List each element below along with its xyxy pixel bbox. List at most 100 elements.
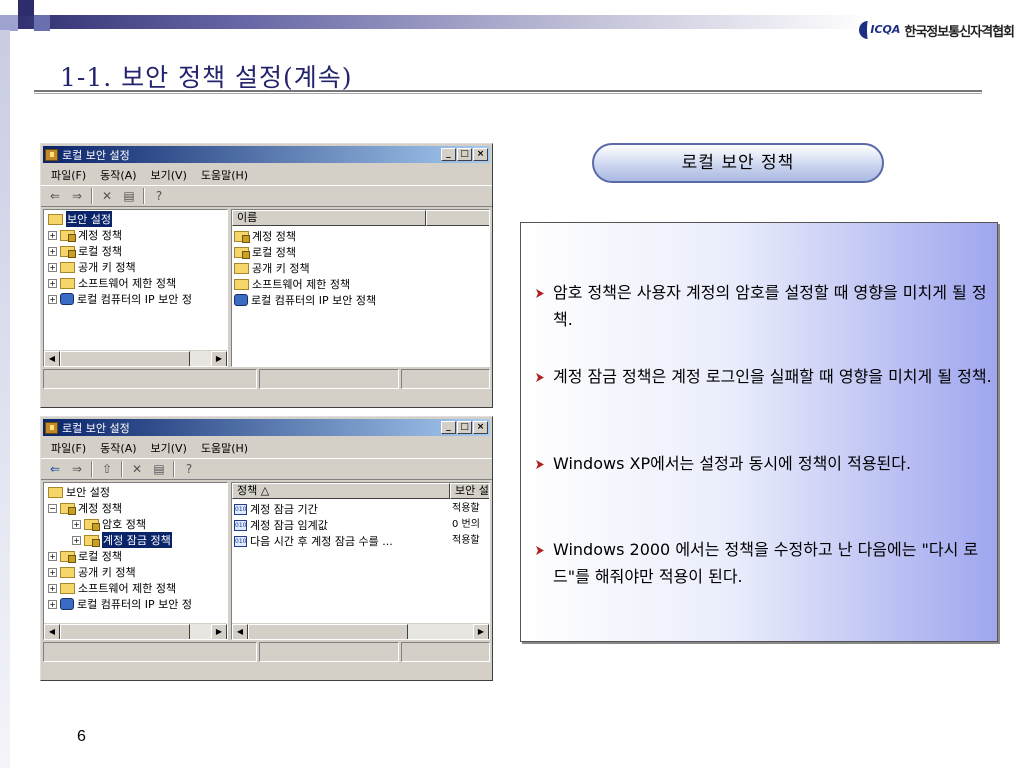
scroll-right-icon[interactable]: ▶ [211,351,227,366]
menu-view[interactable]: 보기(V) [151,440,187,456]
tree-item[interactable]: + 계정 정책 [48,227,122,243]
expand-icon[interactable]: + [48,583,57,593]
policy-row[interactable]: 010 계정 잠금 기간 [234,501,318,517]
tree-item[interactable]: + 소프트웨어 제한 정책 [48,275,176,291]
menu-help[interactable]: 도움말(H) [201,440,248,456]
bullet-item: Windows 2000 에서는 정책을 수정하고 난 다음에는 "다시 로드"… [533,536,993,590]
help-icon[interactable]: ? [151,188,167,204]
tree-item[interactable]: + 암호 정책 [72,516,146,532]
delete-icon[interactable]: ✕ [129,461,145,477]
expand-icon[interactable]: + [48,230,57,240]
up-folder-icon[interactable]: ⇧ [99,461,115,477]
scroll-thumb[interactable] [248,624,408,639]
policy-row[interactable]: 010 다음 시간 후 계정 잠금 수를 ... [234,533,393,549]
info-box: 암호 정책은 사용자 계정의 암호를 설정할 때 영향을 미치게 될 정책. 계… [520,222,998,642]
menu-file[interactable]: 파일(F) [51,440,86,456]
tree-item[interactable]: 보안 설정 [48,211,112,227]
close-button[interactable]: × [473,421,488,434]
scroll-left-icon[interactable]: ◀ [44,624,60,639]
horizontal-scrollbar[interactable]: ◀ ▶ [44,350,227,366]
delete-icon[interactable]: ✕ [99,188,115,204]
expand-icon[interactable]: + [48,567,57,577]
horizontal-scrollbar[interactable]: ◀ ▶ [232,623,489,639]
close-button[interactable]: × [473,148,488,161]
minimize-button[interactable]: _ [441,148,456,161]
column-header-name[interactable]: 이름 [232,210,426,226]
corner-square-mid [34,15,50,31]
folder-icon [60,502,76,515]
menu-action[interactable]: 동작(A) [100,167,136,183]
split-panes: 보안 설정 + 계정 정책 + 로컬 정책 + 공개 키 정책 + 소프트웨어 … [43,209,490,367]
expand-icon[interactable]: + [48,599,57,609]
computer-icon [60,598,74,610]
minimize-button[interactable]: _ [441,421,456,434]
list-item[interactable]: 계정 정책 [234,228,296,244]
security-settings-icon [48,213,63,225]
security-settings-icon [45,421,58,434]
expand-icon[interactable]: + [48,278,57,288]
tree-item[interactable]: − 계정 정책 [48,500,122,516]
window-title: 로컬 보안 설정 [62,421,130,435]
expand-icon[interactable]: + [48,262,57,272]
tree-pane: 보안 설정 + 계정 정책 + 로컬 정책 + 공개 키 정책 + 소프트웨어 … [43,209,228,367]
tree-item[interactable]: + 로컬 정책 [48,548,122,564]
forward-arrow-icon[interactable]: ⇒ [69,188,85,204]
tree-item[interactable]: + 로컬 정책 [48,243,122,259]
arrow-bullet-icon [536,460,544,469]
policy-row[interactable]: 010 계정 잠금 임계값 [234,517,328,533]
scroll-thumb[interactable] [60,351,190,366]
maximize-button[interactable]: □ [457,148,472,161]
tree-item[interactable]: + 공개 키 정책 [48,259,136,275]
security-settings-icon [48,486,63,498]
collapse-icon[interactable]: − [48,503,57,513]
left-gradient-bar [0,30,10,768]
help-icon[interactable]: ? [181,461,197,477]
scroll-right-icon[interactable]: ▶ [473,624,489,639]
expand-icon[interactable]: + [72,519,81,529]
tree-item[interactable]: + 소프트웨어 제한 정책 [48,580,176,596]
forward-arrow-icon[interactable]: ⇒ [69,461,85,477]
column-header-policy[interactable]: 정책 △ [232,483,450,499]
list-item[interactable]: 소프트웨어 제한 정책 [234,276,350,292]
corner-square-light [0,15,18,31]
tree-item[interactable]: 보안 설정 [48,484,110,500]
list-item[interactable]: 로컬 컴퓨터의 IP 보안 정책 [234,292,376,308]
export-list-icon[interactable]: ▤ [151,461,167,477]
back-arrow-icon[interactable]: ⇐ [47,461,63,477]
tree-item[interactable]: + 로컬 컴퓨터의 IP 보안 정 [48,596,192,612]
policy-icon: 010 [234,535,247,547]
column-header-blank[interactable] [426,210,489,226]
list-item[interactable]: 로컬 정책 [234,244,296,260]
folder-icon [60,566,75,578]
expand-icon[interactable]: + [72,535,81,545]
slide-title: 1-1. 보안 정책 설정(계속) [60,63,353,92]
folder-icon [60,277,75,289]
window-title: 로컬 보안 설정 [62,148,130,162]
scroll-thumb[interactable] [60,624,190,639]
maximize-button[interactable]: □ [457,421,472,434]
menu-file[interactable]: 파일(F) [51,167,86,183]
horizontal-scrollbar[interactable]: ◀ ▶ [44,623,227,639]
tree-item[interactable]: + 로컬 컴퓨터의 IP 보안 정 [48,291,192,307]
folder-icon [234,262,249,274]
scroll-left-icon[interactable]: ◀ [44,351,60,366]
tree-pane: 보안 설정 − 계정 정책 + 암호 정책 + 계정 잠금 정책 + 로컬 정책 [43,482,228,640]
window-titlebar[interactable]: 로컬 보안 설정 _ □ × [43,146,490,163]
expand-icon[interactable]: + [48,246,57,256]
toolbar: ⇐ ⇒ ⇧ ✕ ▤ ? [41,458,492,480]
tree-item[interactable]: + 계정 잠금 정책 [72,532,172,548]
menu-view[interactable]: 보기(V) [151,167,187,183]
menu-action[interactable]: 동작(A) [100,440,136,456]
export-list-icon[interactable]: ▤ [121,188,137,204]
menu-help[interactable]: 도움말(H) [201,167,248,183]
expand-icon[interactable]: + [48,294,57,304]
expand-icon[interactable]: + [48,551,57,561]
column-header-setting[interactable]: 보안 설 [450,483,489,499]
window-titlebar[interactable]: 로컬 보안 설정 _ □ × [43,419,490,436]
security-settings-icon [45,148,58,161]
back-arrow-icon[interactable]: ⇐ [47,188,63,204]
list-item[interactable]: 공개 키 정책 [234,260,310,276]
tree-item[interactable]: + 공개 키 정책 [48,564,136,580]
scroll-right-icon[interactable]: ▶ [211,624,227,639]
scroll-left-icon[interactable]: ◀ [232,624,248,639]
